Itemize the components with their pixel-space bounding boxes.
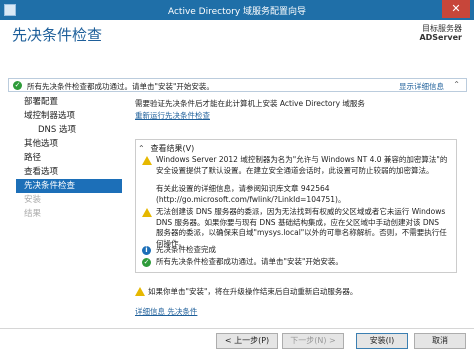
title-bar: Active Directory 域服务配置向导 ✕ [0,0,474,20]
close-button[interactable]: ✕ [442,0,470,18]
result-message-text: 无法创建该 DNS 服务器的委派，因为无法找到有权威的父区域或者它未运行 Win… [156,207,447,248]
nav-item-install: 安装 [24,195,42,205]
result-message-text: 先决条件检查完成 [156,245,216,254]
warning-icon [135,287,145,296]
main-content: 需要验证先决条件后才能在此计算机上安装 Active Directory 域服务… [135,98,465,122]
result-message-text: 所有先决条件检查都成功通过。请单击"安装"开始安装。 [156,257,343,266]
nav-item-other-options[interactable]: 其他选项 [16,137,122,151]
wizard-nav: 部署配置 域控制器选项 DNS 选项 其他选项 路径 查看选项 先决条件检查 安… [16,95,122,221]
target-server-name: ADServer [419,33,462,42]
page-title: 先决条件检查 [12,26,103,44]
warning-icon [142,208,152,217]
warning-icon [142,156,152,165]
rerun-check-link[interactable]: 重新运行先决条件检查 [135,110,465,122]
results-header[interactable]: ⌃ 查看结果(V) [138,143,194,154]
check-icon: ✓ [142,258,151,267]
nav-item-prereq-check[interactable]: 先决条件检查 [16,179,122,193]
more-info-link[interactable]: 详细信息 先决条件 [135,306,197,317]
intro-text: 需要验证先决条件后才能在此计算机上安装 Active Directory 域服务 [135,99,365,108]
restart-warning-text: 如果你单击"安装"，将在升级操作结束后自动重新启动服务器。 [148,287,358,296]
nav-item-deployment[interactable]: 部署配置 [16,95,122,109]
next-button[interactable]: 下一步(N) > [282,333,344,349]
results-header-label: 查看结果(V) [150,144,195,153]
nav-item-dns-options[interactable]: DNS 选项 [16,123,122,137]
result-message-text: Windows Server 2012 域控制器为名为"允许与 Windows … [156,155,448,175]
window-title: Active Directory 域服务配置向导 [167,7,307,17]
results-panel: ⌃ 查看结果(V) Windows Server 2012 域控制器为名为"允许… [135,139,457,273]
result-message-text: 有关此设置的详细信息，请参阅知识库文章 942564 (http://go.mi… [156,184,346,204]
nav-item-dc-options[interactable]: 域控制器选项 [16,109,122,123]
banner-text: 所有先决条件检查都成功通过。请单击"安装"开始安装。 [27,82,214,91]
check-icon: ✓ [13,81,22,90]
nav-item-results: 结果 [24,209,42,219]
prev-button[interactable]: < 上一步(P) [216,333,278,349]
cancel-button[interactable]: 取消 [414,333,466,349]
install-button[interactable]: 安装(I) [356,333,408,349]
chevron-up-icon[interactable]: ⌃ [453,80,460,89]
button-separator [0,328,474,329]
collapse-icon[interactable]: ⌃ [138,144,148,153]
nav-item-paths[interactable]: 路径 [16,151,122,165]
status-banner: ✓ 所有先决条件检查都成功通过。请单击"安装"开始安装。 显示详细信息 ⌃ [8,78,467,92]
nav-item-review-options[interactable]: 查看选项 [16,165,122,179]
info-icon: i [142,246,151,255]
show-details-link[interactable]: 显示详细信息 [399,81,444,92]
